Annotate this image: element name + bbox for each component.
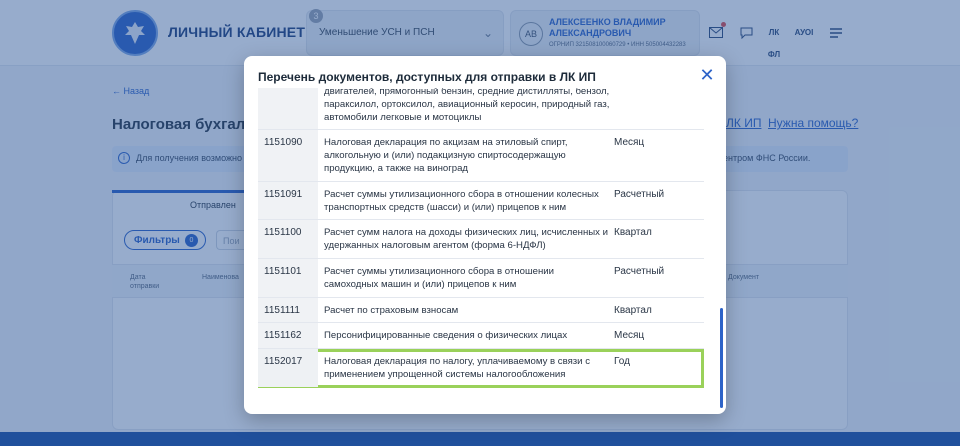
document-period: Квартал (614, 304, 652, 316)
documents-list-content: двигателей, прямогонный бензин, средние … (258, 88, 704, 388)
document-code-cell: 1151101 (258, 258, 318, 297)
document-description: Расчет суммы утилизационного сбора в отн… (324, 188, 599, 213)
document-description: двигателей, прямогонный бензин, средние … (324, 88, 610, 123)
document-code: 1152017 (264, 356, 303, 368)
document-code-cell: 1152017 (258, 349, 318, 387)
documents-list[interactable]: двигателей, прямогонный бензин, средние … (258, 88, 704, 414)
document-period: Год (614, 356, 630, 368)
document-period: Месяц (614, 330, 645, 342)
document-description: Расчет суммы утилизационного сбора в отн… (324, 265, 554, 290)
document-code-cell: 1151100 (258, 220, 318, 258)
document-period: Месяц (614, 137, 645, 149)
table-row: 1151100 Расчет сумм налога на доходы физи… (258, 220, 704, 259)
document-code: 1151090 (264, 137, 303, 149)
document-code-cell: 1151091 (258, 181, 318, 220)
document-description: Расчет по страховым взносам (324, 304, 459, 316)
table-row: двигателей, прямогонный бензин, средние … (258, 88, 704, 131)
table-row: 1151111 Расчет по страховым взносам Кварта… (258, 297, 704, 324)
document-description: Персонифицированные сведения о физически… (324, 330, 568, 342)
document-code-cell (258, 88, 318, 130)
table-row: 1151091 Расчет суммы утилизационного сбор… (258, 181, 704, 221)
document-code: 1151111 (264, 304, 300, 316)
document-code-cell: 1151162 (258, 323, 318, 349)
scrollbar-thumb[interactable] (720, 308, 723, 408)
document-period: Расчетный (614, 265, 665, 277)
document-code: 1151091 (264, 188, 303, 200)
modal-title: Перечень документов, доступных для отпра… (258, 70, 596, 84)
table-row: 1151090 Налоговая декларация по акцизам н… (258, 130, 704, 182)
table-row: 1151162 Персонифицированные сведения о фи… (258, 323, 704, 350)
document-description: Налоговая декларация по налогу, уплачива… (324, 356, 591, 380)
document-period: Расчетный (614, 188, 665, 200)
document-description: Расчет сумм налога на доходы физических … (324, 227, 608, 252)
close-icon[interactable]: ✕ (696, 64, 718, 86)
documents-modal: Перечень документов, доступных для отпра… (244, 56, 726, 414)
document-code-cell: 1151090 (258, 130, 318, 181)
document-code-cell: 1151111 (258, 297, 318, 323)
table-row: 1151101 Расчет суммы утилизационного сбор… (258, 258, 704, 298)
document-code: 1151101 (264, 265, 302, 277)
document-period: Квартал (614, 227, 652, 239)
table-row: 1152017 Налоговая декларация по налогу, у… (258, 349, 704, 388)
document-code: 1151100 (264, 227, 302, 239)
document-description: Налоговая декларация по акцизам на этило… (324, 137, 568, 174)
document-code: 1151162 (264, 330, 302, 342)
